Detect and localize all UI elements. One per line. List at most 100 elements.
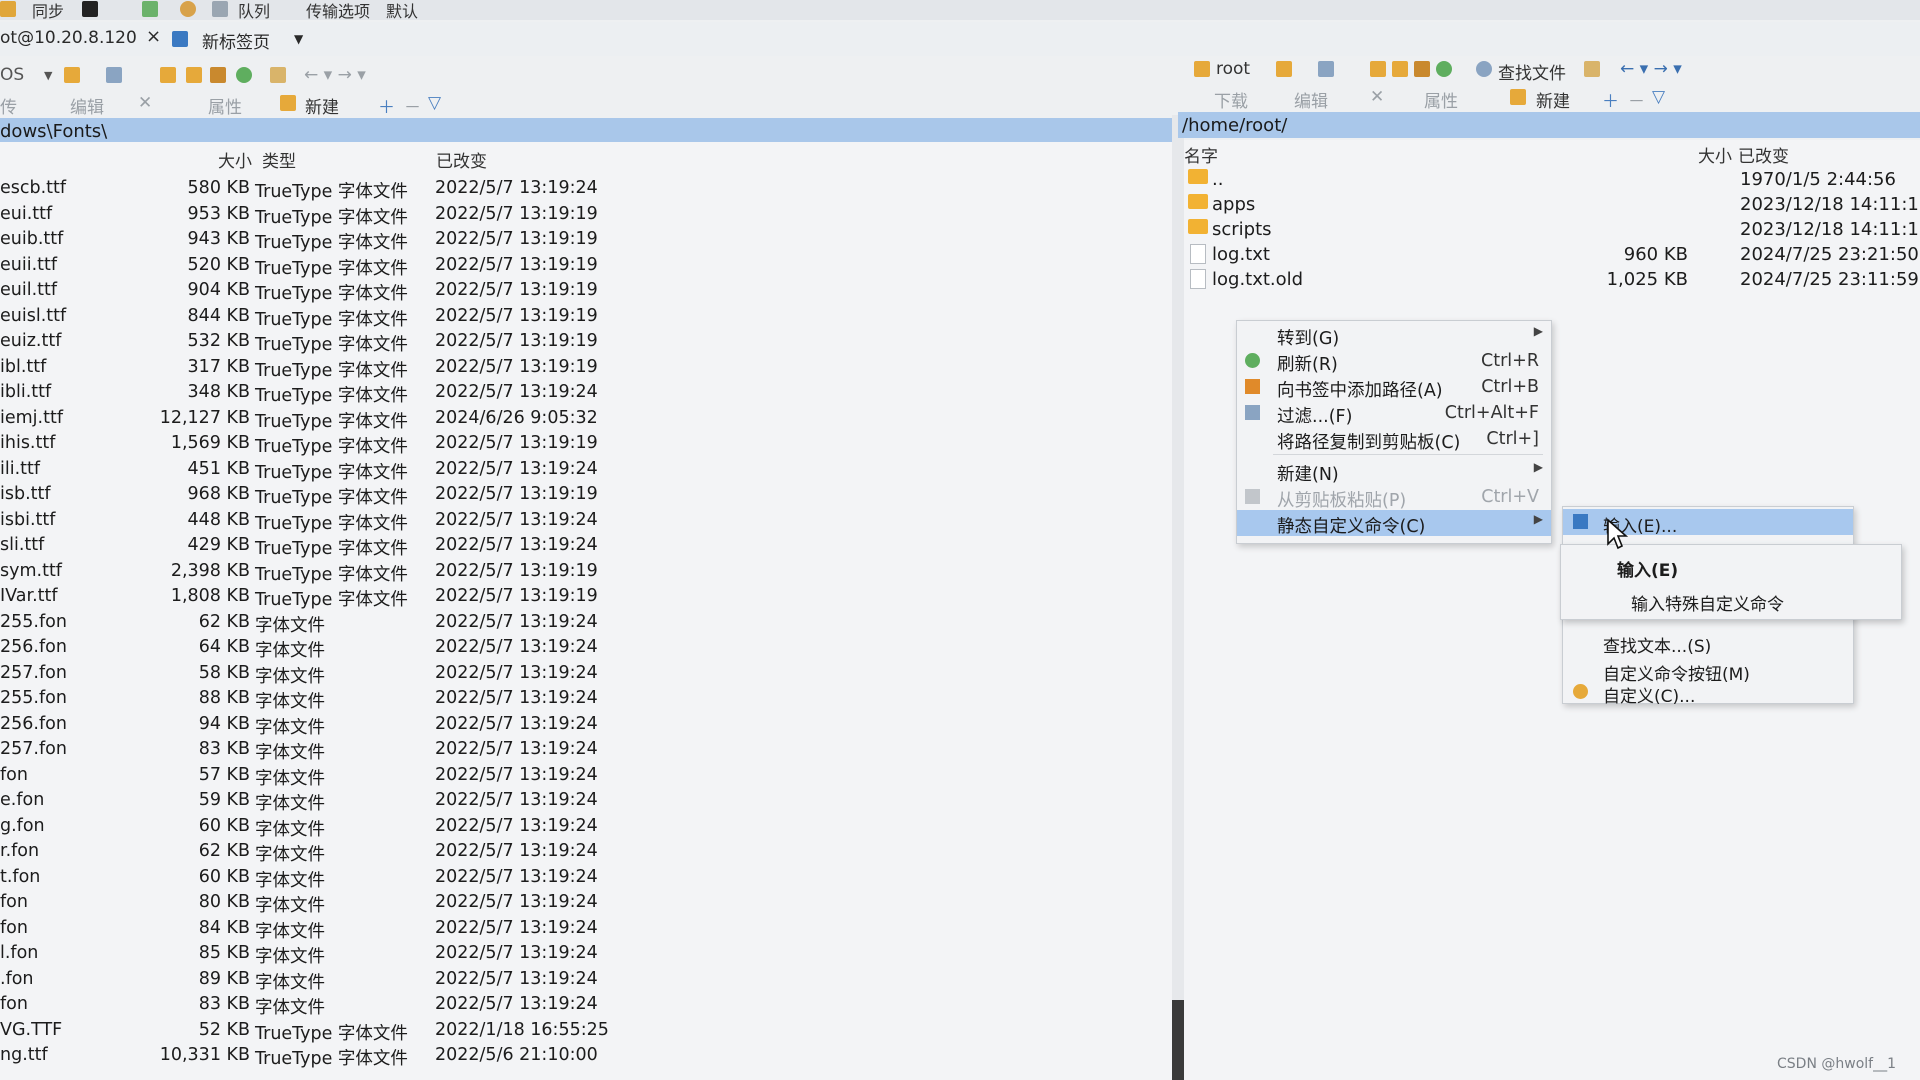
gear-icon[interactable] [180,1,196,17]
new-folder-icon[interactable] [1510,89,1526,105]
menu-item-bookmark[interactable]: 向书签中添加路径(A) Ctrl+B [1237,374,1551,401]
queue-button[interactable]: 队列 [238,0,270,22]
new-button[interactable]: 新建 [305,93,339,118]
panel-splitter[interactable] [1172,115,1184,1080]
menu-item-refresh[interactable]: 刷新(R) Ctrl+R [1237,348,1551,375]
table-row[interactable]: ihis.ttf 1,569 KB TrueType 字体文件 2022/5/7 13… [0,431,1172,457]
sync-icon[interactable] [0,1,16,17]
refresh-icon[interactable] [236,67,252,83]
table-row[interactable]: e.fon 59 KB 字体文件 2022/5/7 13:19:24 [0,788,1172,814]
table-row[interactable]: IVar.ttf 1,808 KB TrueType 字体文件 2022/5/7 13… [0,584,1172,610]
table-row[interactable]: eui.ttf 953 KB TrueType 字体文件 2022/5/7 13:19… [0,202,1172,228]
table-row[interactable]: .fon 89 KB 字体文件 2022/5/7 13:19:24 [0,967,1172,993]
column-name[interactable]: 名字 [1184,142,1218,167]
table-row[interactable]: iemj.ttf 12,127 KB TrueType 字体文件 2024/6/26 … [0,406,1172,432]
table-row[interactable]: euisl.ttf 844 KB TrueType 字体文件 2022/5/7 13:… [0,304,1172,330]
plus-icon[interactable]: ＋ [1602,87,1619,112]
table-row[interactable]: euil.ttf 904 KB TrueType 字体文件 2022/5/7 13:1… [0,278,1172,304]
column-type[interactable]: 类型 [262,147,296,172]
table-row[interactable]: r.fon 62 KB 字体文件 2022/5/7 13:19:24 [0,839,1172,865]
table-row[interactable]: t.fon 60 KB 字体文件 2022/5/7 13:19:24 [0,865,1172,891]
close-tab-icon[interactable]: × [146,26,161,47]
open-folder-icon[interactable] [1276,61,1292,77]
table-row[interactable]: .. 1970/1/5 2:44:56 [1184,168,1920,193]
table-row[interactable]: isbi.ttf 448 KB TrueType 字体文件 2022/5/7 13:1… [0,508,1172,534]
table-row[interactable]: isb.ttf 968 KB TrueType 字体文件 2022/5/7 13:19… [0,482,1172,508]
tab-session[interactable]: ot@10.20.8.120 [0,28,137,48]
right-drive-select[interactable]: root [1216,59,1250,79]
table-row[interactable]: escb.ttf 580 KB TrueType 字体文件 2022/5/7 13:1… [0,176,1172,202]
filter-icon[interactable] [106,67,122,83]
menu-item-goto[interactable]: 转到(G) ▶ [1237,322,1551,349]
new-button[interactable]: 新建 [1536,87,1570,112]
terminal-icon[interactable] [82,1,98,17]
home-icon[interactable] [210,67,226,83]
new-folder-icon[interactable] [280,95,296,111]
refresh-icon[interactable] [142,1,158,17]
table-row[interactable]: log.txt 960 KB 2024/7/25 23:21:50 [1184,243,1920,268]
transfer-options-value[interactable]: 默认 [386,0,418,22]
column-modified[interactable]: 已改变 [1738,142,1789,167]
table-row[interactable]: fon 80 KB 字体文件 2022/5/7 13:19:24 [0,890,1172,916]
table-row[interactable]: apps 2023/12/18 14:11:10 [1184,193,1920,218]
find-icon[interactable] [1584,61,1600,77]
table-row[interactable]: log.txt.old 1,025 KB 2024/7/25 23:11:59 [1184,268,1920,293]
left-drive-select[interactable]: OS [0,65,24,85]
parent-dir-icon[interactable] [1370,61,1386,77]
menu-item-filter[interactable]: 过滤...(F) Ctrl+Alt+F [1237,400,1551,427]
table-row[interactable]: scripts 2023/12/18 14:11:10 [1184,218,1920,243]
table-row[interactable]: sym.ttf 2,398 KB TrueType 字体文件 2022/5/7 13:… [0,559,1172,585]
minus-icon[interactable]: － [404,93,421,118]
refresh-icon[interactable] [1436,61,1452,77]
table-row[interactable]: ili.ttf 451 KB TrueType 字体文件 2022/5/7 13:19… [0,457,1172,483]
download-button[interactable]: 下载 [1214,87,1248,112]
table-row[interactable]: euib.ttf 943 KB TrueType 字体文件 2022/5/7 13:1… [0,227,1172,253]
submenu2-item-special[interactable]: 输入特殊自定义命令 [1561,587,1901,615]
table-row[interactable]: fon 83 KB 字体文件 2022/5/7 13:19:24 [0,992,1172,1018]
table-row[interactable]: 257.fon 83 KB 字体文件 2022/5/7 13:19:24 [0,737,1172,763]
filter-icon[interactable] [1318,61,1334,77]
table-row[interactable]: g.fon 60 KB 字体文件 2022/5/7 13:19:24 [0,814,1172,840]
table-row[interactable]: fon 84 KB 字体文件 2022/5/7 13:19:24 [0,916,1172,942]
column-modified[interactable]: 已改变 [436,147,487,172]
delete-icon[interactable]: ✕ [138,93,152,113]
table-row[interactable]: l.fon 85 KB 字体文件 2022/5/7 13:19:24 [0,941,1172,967]
table-row[interactable]: 255.fon 62 KB 字体文件 2022/5/7 13:19:24 [0,610,1172,636]
edit-button[interactable]: 编辑 [1294,87,1328,112]
table-row[interactable]: euiz.ttf 532 KB TrueType 字体文件 2022/5/7 13:1… [0,329,1172,355]
submenu-item-customize[interactable]: 自定义(C)... [1563,679,1853,707]
column-size[interactable]: 大小 [218,147,252,172]
find-icon[interactable] [270,67,286,83]
submenu2-item-input[interactable]: 输入(E) [1561,553,1901,581]
menu-item-new[interactable]: 新建(N) ▶ [1237,458,1551,485]
left-path-bar[interactable]: dows\Fonts\ [0,118,1172,144]
table-row[interactable]: 256.fon 64 KB 字体文件 2022/5/7 13:19:24 [0,635,1172,661]
parent-dir-icon[interactable] [160,67,176,83]
chevron-down-icon[interactable]: ▼ [44,69,52,82]
properties-button[interactable]: 属性 [1424,87,1458,112]
root-dir-icon[interactable] [1392,61,1408,77]
table-row[interactable]: VG.TTF 52 KB TrueType 字体文件 2022/1/18 16:55:… [0,1018,1172,1044]
search-icon[interactable] [1476,61,1492,77]
back-icon[interactable]: ← ▾ → ▾ [304,65,366,85]
table-row[interactable]: ibl.ttf 317 KB TrueType 字体文件 2022/5/7 13:19… [0,355,1172,381]
back-icon[interactable]: ← ▾ → ▾ [1620,59,1682,79]
root-dir-icon[interactable] [186,67,202,83]
edit-button[interactable]: 编辑 [70,93,104,118]
plus-icon[interactable]: ＋ [378,93,395,118]
table-row[interactable]: ng.ttf 10,331 KB TrueType 字体文件 2022/5/6 21:… [0,1043,1172,1069]
menu-item-copy-path[interactable]: 将路径复制到剪贴板(C) Ctrl+] [1237,426,1551,453]
home-icon[interactable] [1414,61,1430,77]
table-row[interactable]: sli.ttf 429 KB TrueType 字体文件 2022/5/7 13:19… [0,533,1172,559]
queue-icon[interactable] [212,1,228,17]
find-files-button[interactable]: 查找文件 [1498,59,1566,84]
table-row[interactable]: euii.ttf 520 KB TrueType 字体文件 2022/5/7 13:1… [0,253,1172,279]
upload-button[interactable]: 传 [0,93,17,118]
table-row[interactable]: 255.fon 88 KB 字体文件 2022/5/7 13:19:24 [0,686,1172,712]
table-row[interactable]: 256.fon 94 KB 字体文件 2022/5/7 13:19:24 [0,712,1172,738]
right-path-bar[interactable]: /home/root/ [1178,112,1920,138]
menu-item-paste[interactable]: 从剪贴板粘贴(P) Ctrl+V [1237,484,1551,511]
select-icon[interactable]: ▽ [428,93,441,113]
chevron-down-icon[interactable]: ▼ [294,32,303,46]
minus-icon[interactable]: － [1628,87,1645,112]
